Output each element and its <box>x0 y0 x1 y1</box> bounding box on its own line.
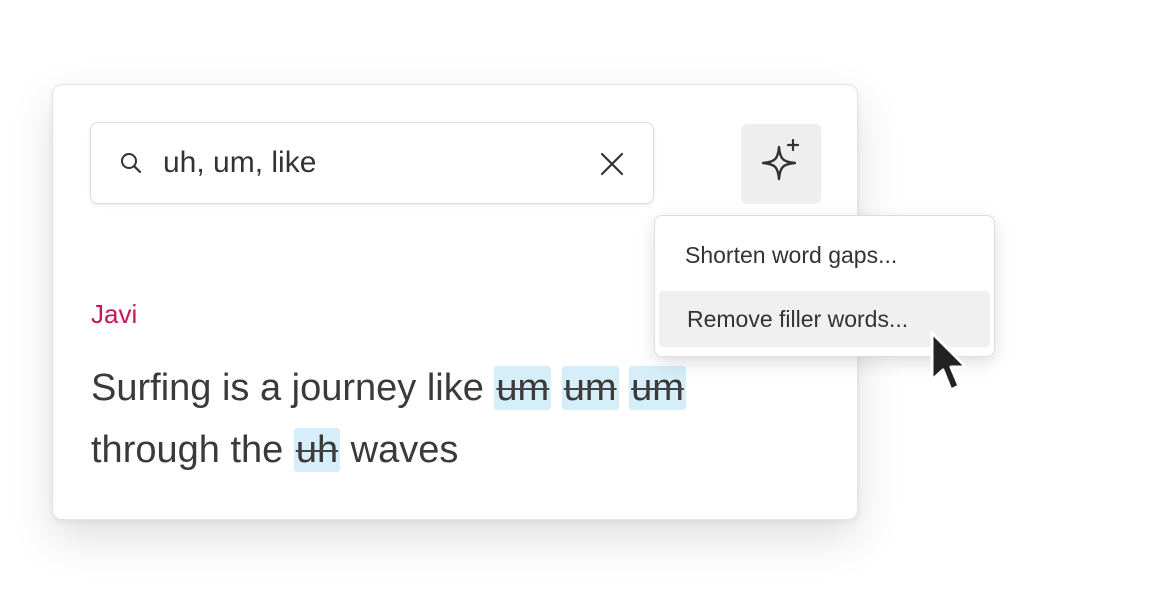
transcript-text-segment: Surfing is a journey like <box>91 367 495 409</box>
filler-word[interactable]: uh <box>293 428 341 472</box>
sparkle-icon <box>761 139 800 181</box>
search-input[interactable] <box>163 141 583 185</box>
filler-word[interactable]: um <box>494 366 552 410</box>
transcript-text: Surfing is a journey like um um um throu… <box>91 357 831 481</box>
ai-actions-button[interactable] <box>741 124 821 204</box>
search-box[interactable] <box>90 122 654 204</box>
search-icon <box>119 151 143 175</box>
filler-word[interactable]: um <box>561 366 619 410</box>
menu-item-shorten-word-gaps[interactable]: Shorten word gaps... <box>659 227 990 283</box>
close-icon[interactable] <box>599 151 625 177</box>
speaker-name: Javi <box>91 299 138 329</box>
stage: Javi Surfing is a journey like um um um … <box>0 0 1167 601</box>
filler-word[interactable]: um <box>629 366 686 410</box>
transcript-text-segment: through the <box>91 429 294 471</box>
mouse-pointer-icon <box>930 331 968 392</box>
transcript-text-segment: waves <box>340 429 459 471</box>
